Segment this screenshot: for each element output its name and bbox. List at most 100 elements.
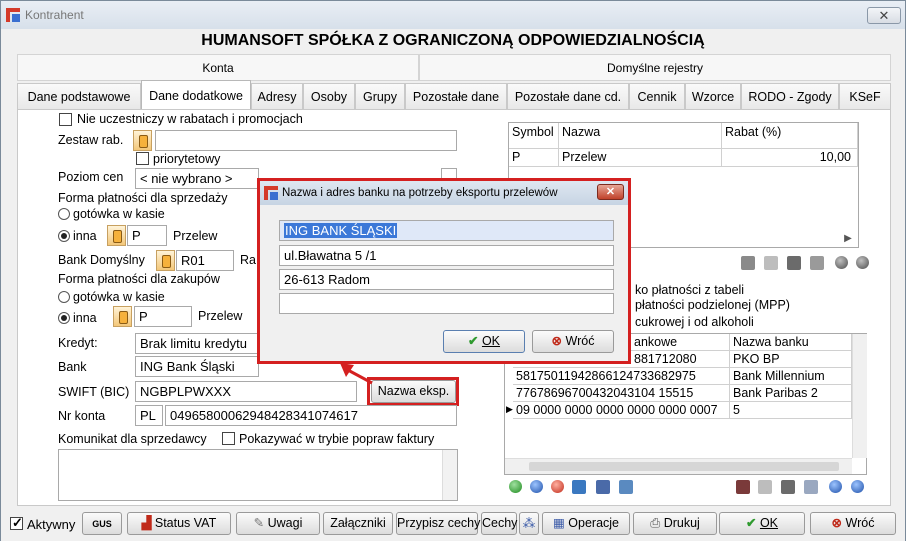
aktywny-checkbox[interactable] — [10, 515, 23, 531]
poziom-cen-label: Poziom cen — [58, 170, 124, 184]
ok-button[interactable]: ✔ OK — [719, 512, 805, 535]
bank-name-line-3[interactable]: 26-613 Radom — [279, 269, 614, 290]
bank-save-icon[interactable] — [781, 480, 795, 494]
tab-rodo-zgody[interactable]: RODO - Zgody — [741, 83, 839, 109]
bank-domyslny-picker-button[interactable] — [156, 250, 175, 271]
kredyt-field[interactable]: Brak limitu kredytu — [135, 333, 259, 354]
bank-edit-icon[interactable] — [736, 480, 750, 494]
rabat-header-nazwa[interactable]: Nazwa — [559, 123, 722, 149]
swift-field[interactable]: NGBPLPWXXX — [135, 381, 357, 402]
cechy-tools-icon: ⁂ — [522, 516, 536, 530]
drukuj-button[interactable]: ⎙ Drukuj — [633, 512, 717, 535]
bank-row-nazwa-4[interactable]: 5 — [730, 402, 852, 419]
dialog-ok-button[interactable]: ✔ OK — [443, 330, 525, 353]
komunikat-scrollbar[interactable] — [442, 450, 457, 500]
grid-prev-icon[interactable] — [835, 256, 848, 269]
bank-grid-vscroll[interactable] — [852, 334, 867, 458]
tab-pozostale-dane[interactable]: Pozostałe dane — [405, 83, 507, 109]
group-konta[interactable]: Konta — [17, 54, 419, 81]
cechy-button[interactable]: Cechy — [481, 512, 517, 535]
sprz-inna-radio[interactable] — [58, 230, 70, 242]
bank-field[interactable]: ING Bank Śląski — [135, 356, 259, 377]
export-icon[interactable] — [619, 480, 633, 494]
tab-adresy[interactable]: Adresy — [251, 83, 303, 109]
bank-domyslny-code-field[interactable]: R01 — [176, 250, 234, 271]
bank-grid-hscroll[interactable] — [505, 458, 852, 474]
sprz-gotowka-radio[interactable] — [58, 208, 70, 220]
rabat-row-symbol[interactable]: P — [509, 149, 559, 167]
tab-grupy[interactable]: Grupy — [355, 83, 405, 109]
bank-name-line-1-text: ING BANK ŚLĄSKI — [284, 223, 398, 238]
bank-grid-hscroll-thumb[interactable] — [529, 462, 839, 471]
wroc-button[interactable]: ⊗ Wróć — [810, 512, 896, 535]
add-icon[interactable] — [509, 480, 522, 493]
rabat-scroll-right[interactable]: ▶ — [840, 233, 856, 247]
bank-icon[interactable] — [572, 480, 586, 494]
nie-uczestniczy-checkbox[interactable] — [59, 113, 72, 126]
grid-save-icon[interactable] — [787, 256, 801, 270]
rabat-header-rabat[interactable]: Rabat (%) — [722, 123, 858, 149]
bank-name-line-4[interactable] — [279, 293, 614, 314]
zak-forma-picker-button[interactable] — [113, 306, 132, 327]
grid-next-icon[interactable] — [856, 256, 869, 269]
grid-copy-icon[interactable] — [764, 256, 778, 270]
grid-print-icon[interactable] — [810, 256, 824, 270]
bank-print-icon[interactable] — [804, 480, 818, 494]
tab-dane-podstawowe[interactable]: Dane podstawowe — [17, 83, 141, 109]
sprz-forma-picker-button[interactable] — [107, 225, 126, 246]
rabat-row-nazwa[interactable]: Przelew — [559, 149, 722, 167]
priorytetowy-label: priorytetowy — [153, 152, 221, 166]
priorytetowy-checkbox[interactable] — [136, 152, 149, 165]
bank-row-konto-4[interactable]: 09 0000 0000 0000 0000 0000 0007 — [513, 402, 730, 419]
pokazywac-checkbox[interactable] — [222, 432, 235, 445]
window-close-button[interactable]: ✕ — [867, 7, 901, 24]
delete-icon[interactable] — [551, 480, 564, 493]
bank-header-nazwa[interactable]: Nazwa banku — [730, 334, 852, 351]
bank-next-icon[interactable] — [851, 480, 864, 493]
operacje-button[interactable]: ▦ Operacje — [542, 512, 630, 535]
tab-cennik[interactable]: Cennik — [629, 83, 685, 109]
bank-name-line-1[interactable]: ING BANK ŚLĄSKI — [279, 220, 614, 241]
poziom-cen-select[interactable]: < nie wybrano > — [135, 168, 259, 189]
nr-konta-prefix-field[interactable]: PL — [135, 405, 163, 426]
bottom-toolbar: Aktywny GUS ▟ Status VAT ✎ Uwagi Załączn… — [1, 509, 905, 541]
zak-gotowka-label: gotówka w kasie — [73, 290, 165, 304]
gus-button[interactable]: GUS — [82, 512, 122, 535]
grid-edit-icon[interactable] — [741, 256, 755, 270]
grid-tools-icon[interactable] — [596, 480, 610, 494]
uwagi-button[interactable]: ✎ Uwagi — [236, 512, 320, 535]
dialog-close-button[interactable]: ✕ — [597, 184, 624, 200]
cechy-tools-button[interactable]: ⁂ — [519, 512, 539, 535]
zestaw-rab-field[interactable] — [155, 130, 457, 151]
tab-ksef[interactable]: KSeF — [839, 83, 891, 109]
group-domyslne-rejestry[interactable]: Domyślne rejestry — [419, 54, 891, 81]
zestaw-rab-picker-button[interactable] — [133, 130, 152, 151]
rabat-row-rabat[interactable]: 10,00 — [722, 149, 858, 167]
tab-wzorce[interactable]: Wzorce — [685, 83, 741, 109]
bank-row-konto-3[interactable]: 77678696700432043104 15515 — [513, 385, 730, 402]
zak-inna-radio[interactable] — [58, 312, 70, 324]
komunikat-textarea[interactable] — [58, 449, 458, 501]
dialog-cancel-button[interactable]: ⊗ Wróć — [532, 330, 614, 353]
zoom-icon[interactable] — [530, 480, 543, 493]
bank-row-konto-2[interactable]: 58175011942866124733682975 — [513, 368, 730, 385]
sprz-forma-code-field[interactable]: P — [127, 225, 167, 246]
status-vat-button[interactable]: ▟ Status VAT — [127, 512, 231, 535]
zak-forma-code-field[interactable]: P — [134, 306, 192, 327]
nr-konta-field[interactable]: 04965800062948428341074617 — [165, 405, 457, 426]
tab-osoby[interactable]: Osoby — [303, 83, 355, 109]
bank-name-line-2[interactable]: ul.Bławatna 5 /1 — [279, 245, 614, 266]
przypisz-cechy-button[interactable]: Przypisz cechy — [396, 512, 480, 535]
zak-gotowka-radio[interactable] — [58, 291, 70, 303]
nazwa-eksp-highlight — [367, 377, 459, 406]
bank-row-nazwa-3[interactable]: Bank Paribas 2 — [730, 385, 852, 402]
rabat-header-symbol[interactable]: Symbol — [509, 123, 559, 149]
bank-prev-icon[interactable] — [829, 480, 842, 493]
bank-row-nazwa-1[interactable]: PKO BP — [730, 351, 852, 368]
bank-row-nazwa-2[interactable]: Bank Millennium — [730, 368, 852, 385]
tab-pozostale-dane-cd[interactable]: Pozostałe dane cd. — [507, 83, 629, 109]
zalaczniki-button[interactable]: Załączniki — [323, 512, 393, 535]
tab-dane-dodatkowe[interactable]: Dane dodatkowe — [141, 80, 251, 110]
kredyt-label: Kredyt: — [58, 336, 98, 350]
bank-copy-icon[interactable] — [758, 480, 772, 494]
